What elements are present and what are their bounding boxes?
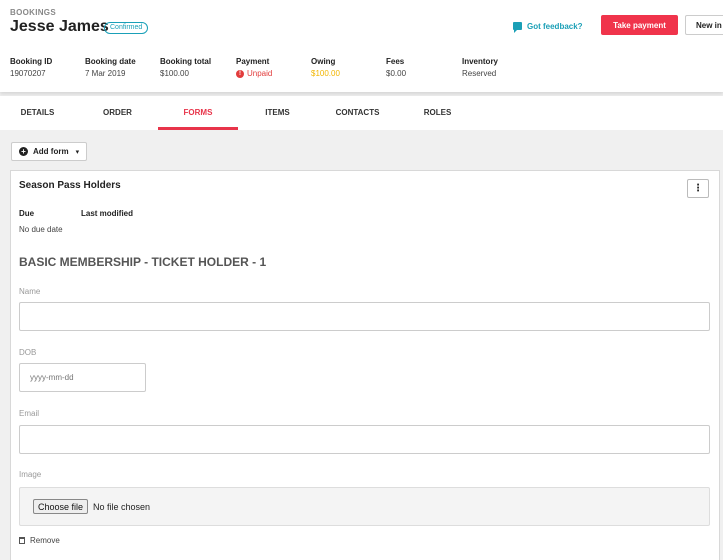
tab-details[interactable]: DETAILS: [10, 96, 65, 130]
tab-bar: DETAILS ORDER FORMS ITEMS CONTACTS ROLES: [0, 96, 723, 130]
summary-value: $0.00: [386, 69, 407, 78]
take-payment-button[interactable]: Take payment: [601, 15, 678, 35]
alert-icon: !: [236, 69, 244, 78]
summary-value: 19070207: [10, 69, 46, 78]
file-status: No file chosen: [93, 501, 151, 512]
summary-owing: Owing $100.00: [311, 57, 340, 78]
summary-inventory: Inventory Reserved: [462, 57, 498, 78]
summary-value: ! Unpaid: [236, 69, 272, 78]
tab-order[interactable]: ORDER: [90, 96, 145, 130]
name-label: Name: [19, 287, 41, 296]
due-value: No due date: [19, 225, 63, 234]
summary-payment: Payment ! Unpaid: [236, 57, 272, 78]
image-upload: Choose file No file chosen: [19, 487, 710, 526]
summary-label: Fees: [386, 57, 405, 66]
summary-booking-total: Booking total $100.00: [160, 57, 211, 78]
summary-booking-date: Booking date 7 Mar 2019: [85, 57, 136, 78]
summary-label: Booking ID: [10, 57, 53, 66]
summary-value: 7 Mar 2019: [85, 69, 126, 78]
payment-status: Unpaid: [247, 69, 273, 78]
add-form-button[interactable]: + Add form ▾: [11, 142, 87, 161]
summary-booking-id: Booking ID 19070207: [10, 57, 52, 78]
remove-link[interactable]: Remove: [19, 536, 60, 545]
summary-label: Payment: [236, 57, 270, 66]
remove-label: Remove: [30, 536, 60, 545]
last-modified-label: Last modified: [81, 209, 134, 218]
summary-label: Owing: [311, 57, 336, 66]
new-button[interactable]: New in: [685, 15, 723, 35]
tab-items[interactable]: ITEMS: [250, 96, 305, 130]
form-card: Season Pass Holders ⋮ Due Last modified …: [10, 170, 720, 560]
feedback-label: Got feedback?: [527, 21, 583, 31]
dob-label: DOB: [19, 348, 37, 357]
trash-icon: [19, 537, 25, 544]
due-label: Due: [19, 209, 35, 218]
feedback-link[interactable]: Got feedback?: [513, 19, 583, 33]
chevron-down-icon: ▾: [75, 148, 80, 156]
choose-file-button[interactable]: Choose file: [33, 499, 89, 514]
tab-roles[interactable]: ROLES: [410, 96, 465, 130]
summary-label: Booking date: [85, 57, 136, 66]
email-label: Email: [19, 409, 40, 418]
status-badge: Confirmed: [104, 22, 149, 34]
card-title: Season Pass Holders: [19, 180, 121, 191]
summary-value: $100.00: [160, 69, 189, 78]
dob-input[interactable]: [19, 363, 146, 392]
add-form-label: Add form: [33, 147, 69, 156]
summary-value: Reserved: [462, 69, 497, 78]
email-input[interactable]: [19, 425, 710, 454]
chat-bubble-icon: [513, 22, 522, 33]
breadcrumb[interactable]: BOOKINGS: [10, 8, 56, 17]
summary-label: Booking total: [160, 57, 212, 66]
page-title: Jesse James: [10, 18, 109, 35]
name-input[interactable]: [19, 302, 710, 331]
booking-header: BOOKINGS Jesse James Confirmed Got feedb…: [0, 0, 723, 92]
section-title: BASIC MEMBERSHIP - TICKET HOLDER - 1: [19, 255, 267, 269]
more-options-button[interactable]: ⋮: [687, 179, 709, 198]
plus-circle-icon: +: [19, 147, 28, 156]
image-label: Image: [19, 470, 42, 479]
tab-forms[interactable]: FORMS: [158, 96, 238, 130]
summary-label: Inventory: [462, 57, 499, 66]
summary-fees: Fees $0.00: [386, 57, 406, 78]
tab-contacts[interactable]: CONTACTS: [330, 96, 385, 130]
summary-value: $100.00: [311, 69, 340, 78]
